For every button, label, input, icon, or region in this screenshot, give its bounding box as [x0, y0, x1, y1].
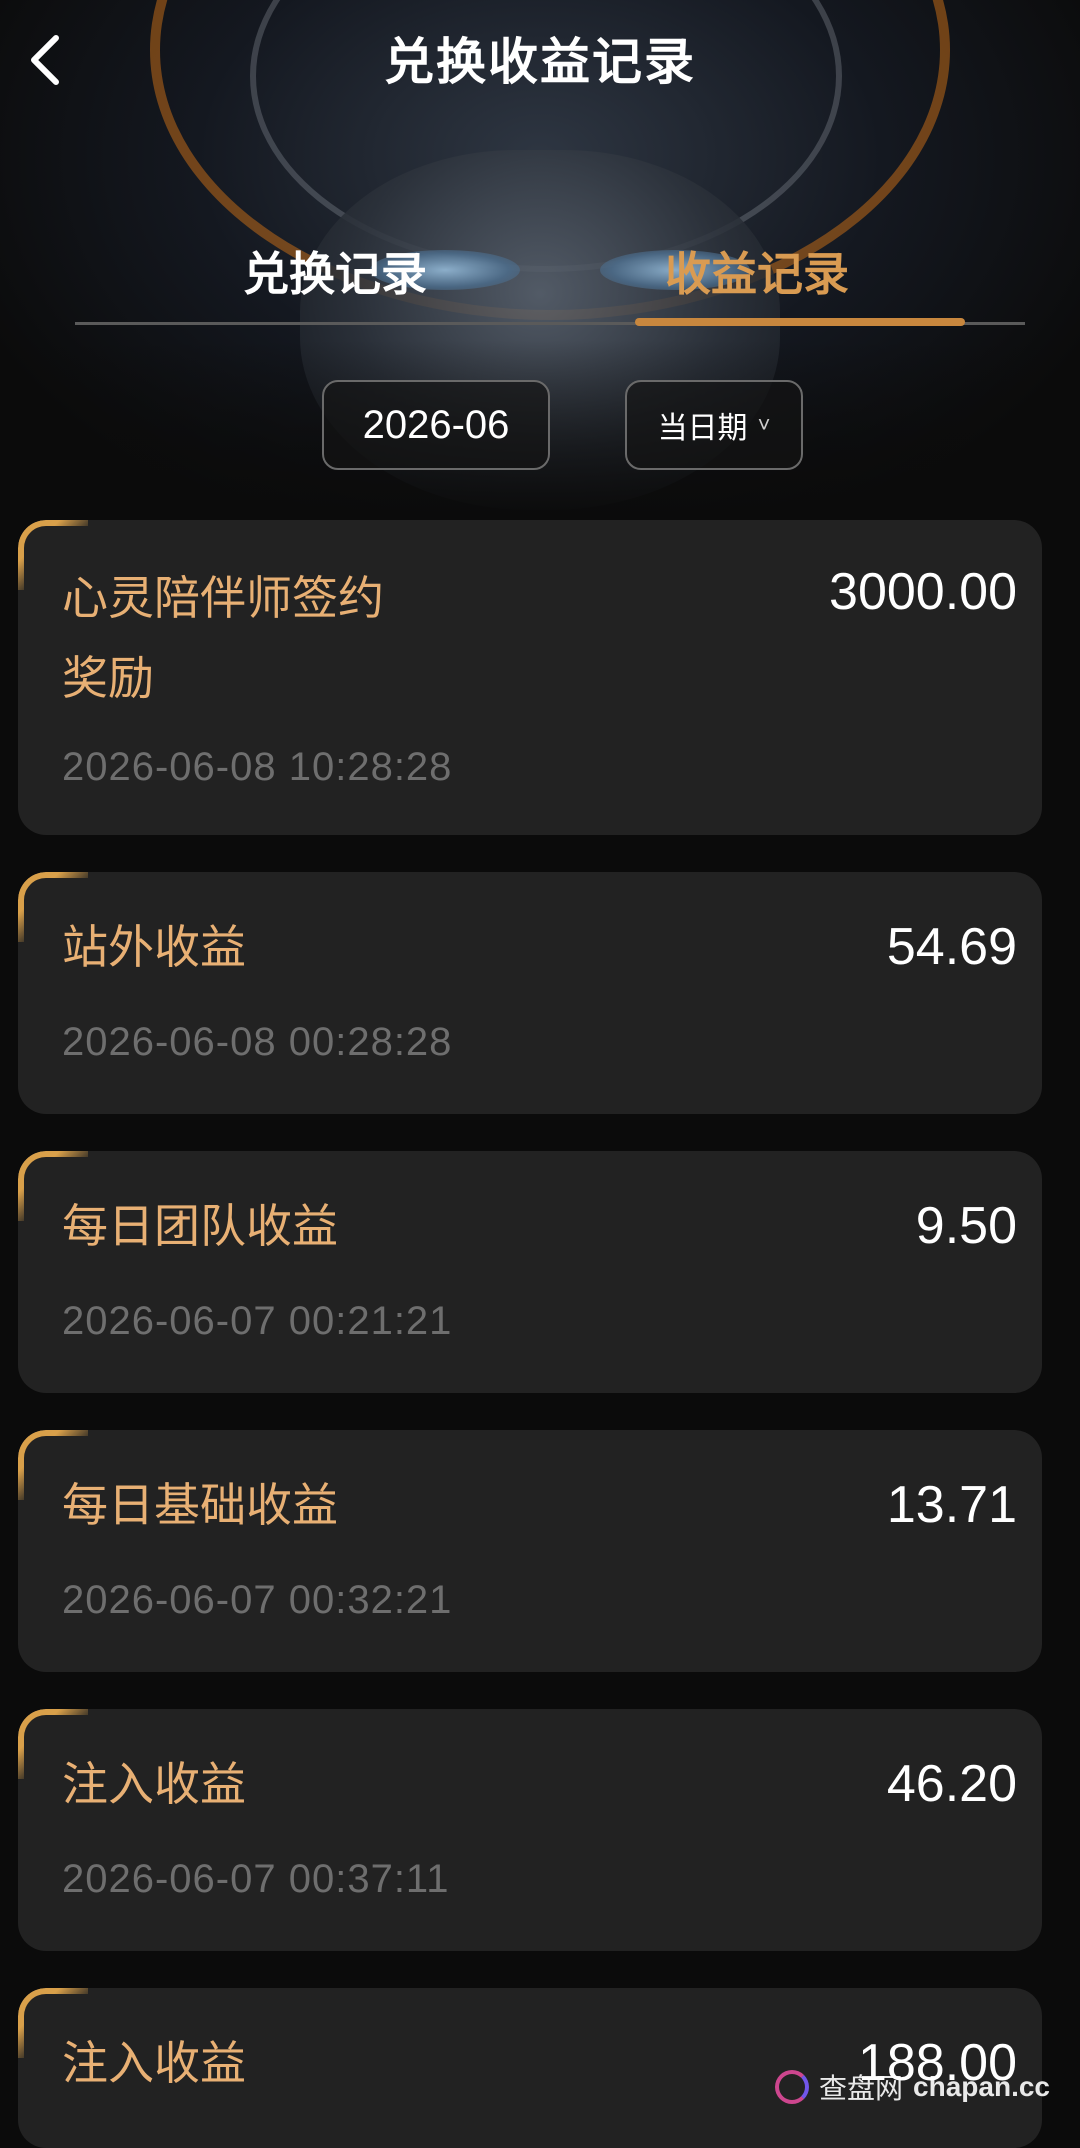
record-time: 2026-06-08 10:28:28	[62, 745, 453, 789]
chevron-down-icon: ˅	[757, 412, 771, 437]
record-name: 每日基础收益	[62, 1479, 338, 1531]
watermark-cn-text: 查盘网	[819, 2073, 904, 2104]
record-time: 2026-06-08 00:28:28	[62, 1020, 453, 1064]
watermark-logo-icon	[775, 2070, 810, 2104]
watermark: 查盘网 chapan.cc	[775, 2067, 1050, 2107]
record-time: 2026-06-07 00:21:21	[62, 1299, 453, 1343]
record-amount: 46.20	[886, 1755, 1017, 1813]
tab-exchange-records[interactable]: 兑换记录	[243, 238, 427, 304]
month-picker-value: 2026-06	[362, 402, 510, 447]
watermark-site-text: chapan.cc	[913, 2071, 1050, 2102]
record-name: 站外收益	[62, 921, 246, 973]
record-amount: 3000.00	[829, 563, 1017, 621]
active-tab-indicator	[635, 318, 965, 326]
record-tabs: 兑换记录 收益记录	[75, 230, 1025, 330]
record-name: 每日团队收益	[62, 1200, 338, 1252]
record-card[interactable]: 每日团队收益 9.50 2026-06-07 00:21:21	[18, 1151, 1042, 1393]
record-card[interactable]: 心灵陪伴师签约 奖励 3000.00 2026-06-08 10:28:28	[18, 520, 1042, 835]
record-name: 心灵陪伴师签约 奖励	[62, 572, 384, 704]
month-picker[interactable]: 2026-06	[322, 380, 550, 470]
record-name: 注入收益	[62, 2037, 246, 2089]
record-card[interactable]: 站外收益 54.69 2026-06-08 00:28:28	[18, 872, 1042, 1114]
record-amount: 9.50	[915, 1197, 1017, 1255]
date-mode-dropdown[interactable]: 当日期 ˅	[625, 380, 803, 470]
record-name: 注入收益	[62, 1758, 246, 1810]
record-amount: 13.71	[886, 1476, 1017, 1534]
page-title: 兑换收益记录	[384, 34, 696, 90]
date-mode-label: 当日期	[657, 412, 748, 445]
record-time: 2026-06-07 00:32:21	[62, 1578, 453, 1622]
record-amount: 54.69	[886, 918, 1017, 976]
record-card[interactable]: 每日基础收益 13.71 2026-06-07 00:32:21	[18, 1430, 1042, 1672]
record-time: 2026-06-07 00:37:11	[62, 1857, 450, 1901]
tab-income-records[interactable]: 收益记录	[665, 238, 849, 304]
record-card[interactable]: 注入收益 46.20 2026-06-07 00:37:11	[18, 1709, 1042, 1951]
